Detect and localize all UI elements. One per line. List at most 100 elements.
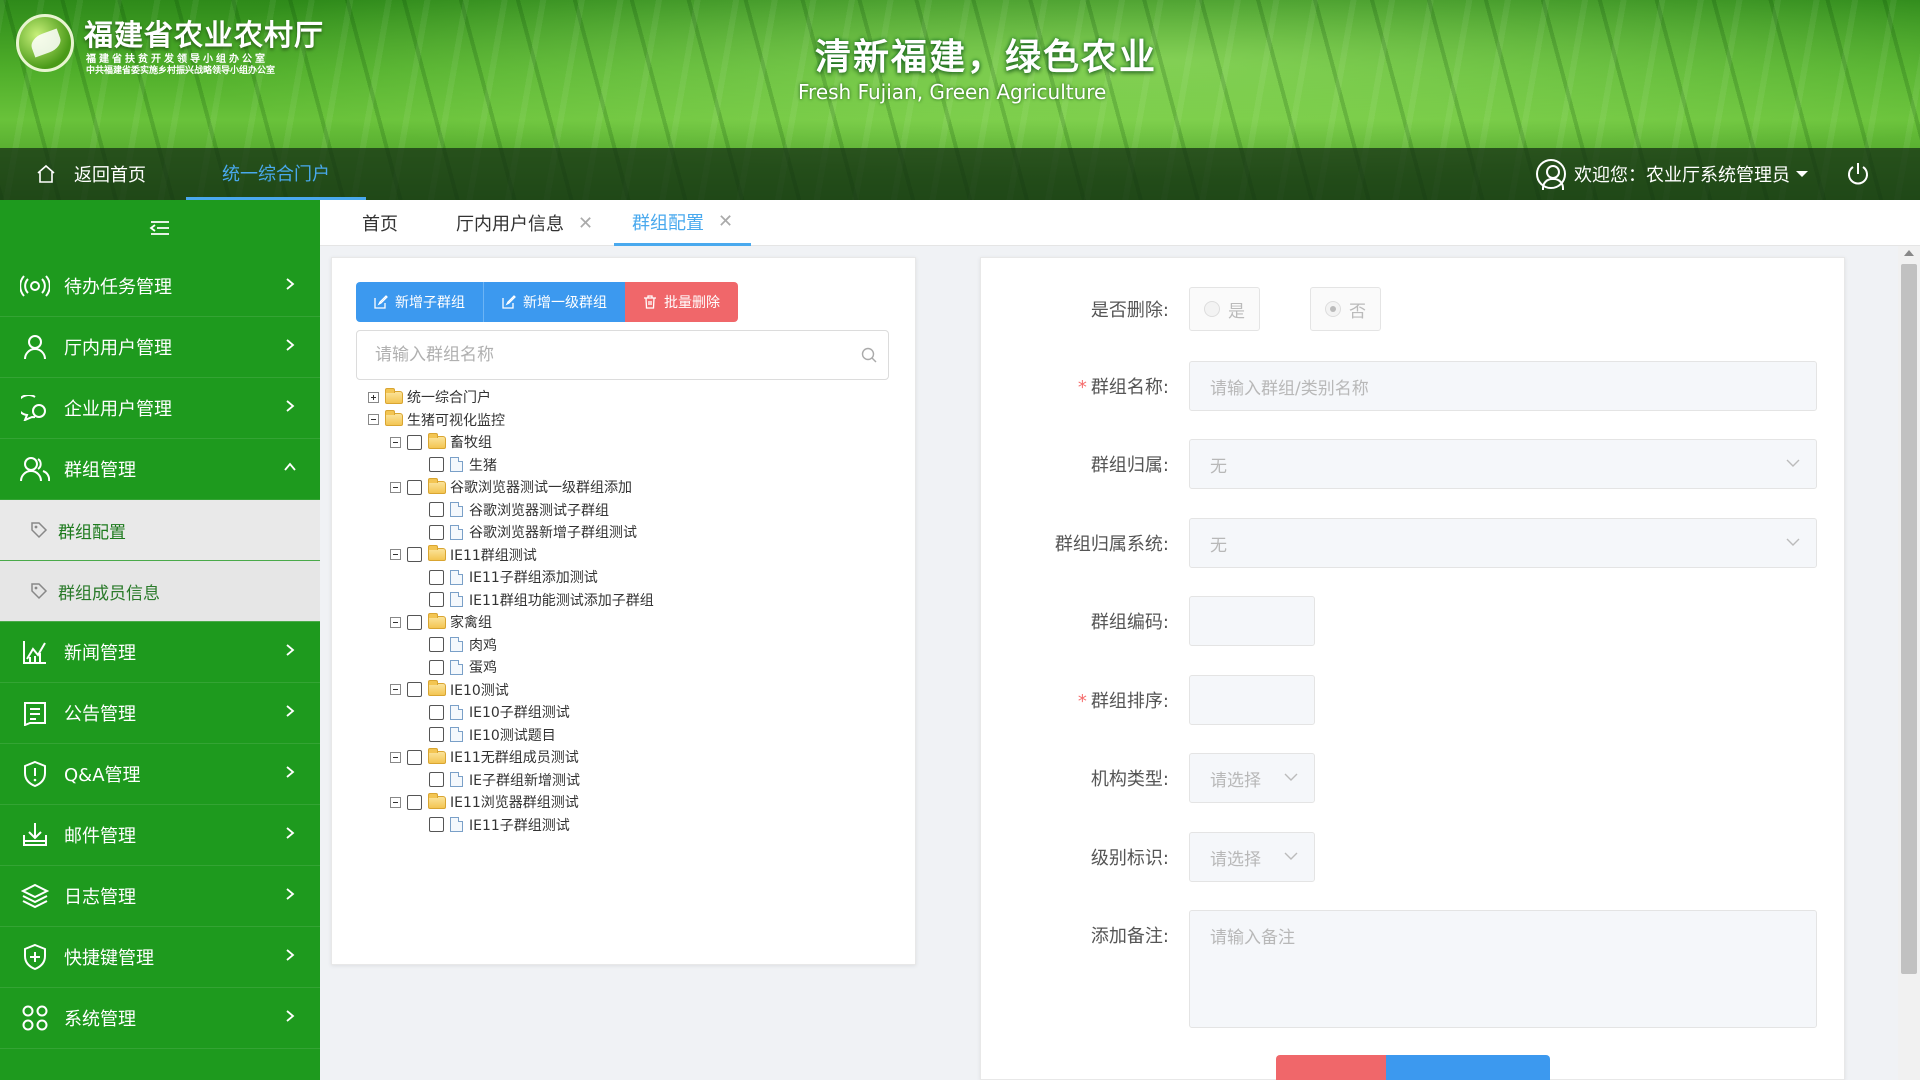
tree-checkbox[interactable] xyxy=(407,614,422,630)
sidebar-item-shortcuts[interactable]: 快捷键管理 xyxy=(0,927,320,988)
tab-internal-user-info[interactable]: 厅内用户信息 ✕ xyxy=(456,200,593,246)
tree-checkbox[interactable] xyxy=(429,704,444,720)
group-belong-select[interactable]: 无 xyxy=(1189,439,1817,489)
tree-checkbox[interactable] xyxy=(429,659,444,675)
expand-plus-icon[interactable] xyxy=(368,391,379,403)
sidebar-item-qa[interactable]: Q&A管理 xyxy=(0,744,320,805)
sidebar-item-notices[interactable]: 公告管理 xyxy=(0,683,320,744)
tree-folder-node[interactable]: 畜牧组 xyxy=(390,431,492,453)
sidebar-item-enterprise-users[interactable]: 企业用户管理 xyxy=(0,378,320,439)
tree-folder-node[interactable]: 谷歌浏览器测试一级群组添加 xyxy=(390,476,632,498)
batch-delete-button[interactable]: 批量删除 xyxy=(625,282,738,322)
level-placeholder: 请选择 xyxy=(1210,849,1261,870)
tree-node-label: 生猪可视化监控 xyxy=(407,412,505,429)
tree-leaf-node[interactable]: 谷歌浏览器新增子群组测试 xyxy=(429,521,637,543)
tree-leaf-node[interactable]: 谷歌浏览器测试子群组 xyxy=(429,499,609,521)
group-sort-input[interactable] xyxy=(1189,675,1315,725)
scrollbar-thumb[interactable] xyxy=(1901,264,1917,974)
sidebar-item-mail[interactable]: 邮件管理 xyxy=(0,805,320,866)
radio-yes[interactable]: 是 xyxy=(1189,287,1260,331)
tree-leaf-node[interactable]: IE10子群组测试 xyxy=(429,701,570,723)
collapse-minus-icon[interactable] xyxy=(390,796,401,808)
group-name-input[interactable]: 请输入群组/类别名称 xyxy=(1189,361,1817,411)
tree-checkbox[interactable] xyxy=(429,772,444,787)
sidebar-item-news[interactable]: 新闻管理 xyxy=(0,622,320,683)
tree-leaf-node[interactable]: IE子群组新增测试 xyxy=(429,769,580,791)
tree-checkbox[interactable] xyxy=(429,727,444,742)
tree-folder-node[interactable]: 家禽组 xyxy=(390,611,492,633)
tree-folder-node[interactable]: IE11群组测试 xyxy=(390,544,537,566)
tree-checkbox[interactable] xyxy=(407,682,422,697)
grid-icon xyxy=(20,1003,50,1033)
tree-leaf-node[interactable]: IE11群组功能测试添加子群组 xyxy=(429,589,654,611)
tree-leaf-node[interactable]: IE11子群组测试 xyxy=(429,814,570,836)
tree-leaf-node[interactable]: 肉鸡 xyxy=(429,634,497,656)
tab-group-config[interactable]: 群组配置 ✕ xyxy=(614,200,752,246)
tree-leaf-node[interactable]: 蛋鸡 xyxy=(429,656,497,678)
tree-folder-node[interactable]: IE10测试 xyxy=(390,679,509,701)
collapse-minus-icon[interactable] xyxy=(390,481,401,493)
search-icon[interactable] xyxy=(861,347,877,363)
sidebar-item-internal-users[interactable]: 厅内用户管理 xyxy=(0,317,320,378)
sidebar-item-todo[interactable]: 待办任务管理 xyxy=(0,256,320,317)
sidebar-item-logs[interactable]: 日志管理 xyxy=(0,866,320,927)
close-icon[interactable]: ✕ xyxy=(578,213,593,234)
group-search-input[interactable] xyxy=(356,330,889,380)
power-icon[interactable] xyxy=(1845,161,1871,187)
form-footer-buttons xyxy=(1276,1055,1550,1080)
sidebar-item-group-management[interactable]: 群组管理 xyxy=(0,439,320,500)
collapse-minus-icon[interactable] xyxy=(368,414,379,425)
sidebar-subitem-group-config[interactable]: 群组配置 xyxy=(0,500,320,561)
sidebar-item-system[interactable]: 系统管理 xyxy=(0,988,320,1049)
org-type-select[interactable]: 请选择 xyxy=(1189,753,1315,803)
tree-leaf-node[interactable]: IE11子群组添加测试 xyxy=(429,566,598,588)
tree-checkbox[interactable] xyxy=(429,457,444,472)
tree-checkbox[interactable] xyxy=(407,794,422,810)
user-menu[interactable]: 欢迎您：农业厅系统管理员 xyxy=(1536,148,1808,200)
sidebar-subitem-group-members[interactable]: 群组成员信息 xyxy=(0,561,320,622)
tab-home[interactable]: 首页 xyxy=(362,200,398,246)
collapse-minus-icon[interactable] xyxy=(390,616,401,628)
tree-checkbox[interactable] xyxy=(407,479,422,495)
collapse-minus-icon[interactable] xyxy=(390,436,401,448)
tree-checkbox[interactable] xyxy=(429,817,444,832)
chevron-right-icon xyxy=(286,1010,295,1022)
tree-leaf-node[interactable]: 生猪 xyxy=(429,454,497,476)
group-belong-system-select[interactable]: 无 xyxy=(1189,518,1817,568)
collapse-minus-icon[interactable] xyxy=(390,684,401,695)
folder-icon xyxy=(428,432,446,449)
form-cancel-button[interactable] xyxy=(1276,1055,1386,1080)
collapse-minus-icon[interactable] xyxy=(390,549,401,560)
collapse-minus-icon[interactable] xyxy=(390,751,401,763)
remark-textarea[interactable]: 请输入备注 xyxy=(1189,910,1817,1028)
add-child-group-button[interactable]: 新增子群组 xyxy=(356,282,483,322)
tree-checkbox[interactable] xyxy=(429,524,444,540)
group-sort-label: * 群组排序: xyxy=(1077,691,1169,712)
tree-leaf-node[interactable]: IE10测试题目 xyxy=(429,724,556,746)
close-icon[interactable]: ✕ xyxy=(718,211,733,232)
tree-folder-node[interactable]: IE11无群组成员测试 xyxy=(390,746,579,768)
form-row-is-deleted: 是否删除: 是 否 xyxy=(981,287,1846,331)
sidebar-toggle[interactable] xyxy=(0,200,320,256)
nav-tab-portal[interactable]: 统一综合门户 xyxy=(186,148,366,200)
radio-no[interactable]: 否 xyxy=(1310,287,1381,331)
page-scrollbar[interactable] xyxy=(1898,246,1920,1080)
tree-folder-node[interactable]: 生猪可视化监控 xyxy=(368,409,505,431)
tree-checkbox[interactable] xyxy=(429,592,444,607)
tree-checkbox[interactable] xyxy=(407,434,422,450)
tree-folder-node[interactable]: 统一综合门户 xyxy=(368,386,491,408)
sidebar: 待办任务管理 厅内用户管理 企业用户管理 群组管理 群组配置 群组成员信息 新闻… xyxy=(0,200,320,1080)
tree-checkbox[interactable] xyxy=(429,569,444,585)
add-top-group-button[interactable]: 新增一级群组 xyxy=(483,282,625,322)
group-code-input[interactable] xyxy=(1189,596,1315,646)
form-submit-button[interactable] xyxy=(1386,1055,1550,1080)
level-select[interactable]: 请选择 xyxy=(1189,832,1315,882)
return-home-link[interactable]: 返回首页 xyxy=(36,148,146,200)
tree-checkbox[interactable] xyxy=(407,547,422,562)
tree-checkbox[interactable] xyxy=(429,637,444,652)
scroll-up-icon[interactable] xyxy=(1904,250,1914,256)
tree-checkbox[interactable] xyxy=(429,502,444,517)
tree-checkbox[interactable] xyxy=(407,749,422,765)
folder-icon xyxy=(428,747,446,764)
tree-folder-node[interactable]: IE11浏览器群组测试 xyxy=(390,791,579,813)
